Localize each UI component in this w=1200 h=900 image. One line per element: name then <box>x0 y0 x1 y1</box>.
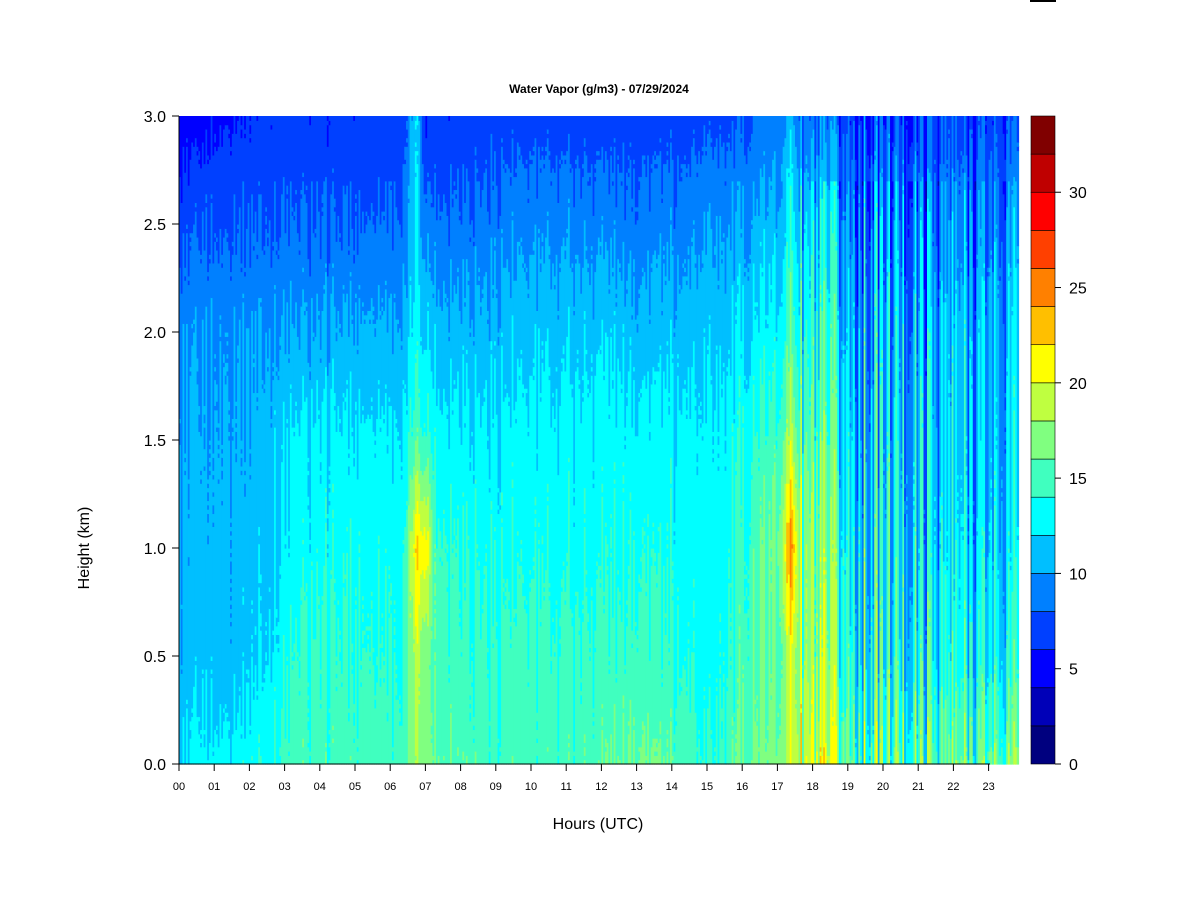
heatmap <box>179 116 1020 765</box>
water-vapor-chart: Water Vapor (g/m3) - 07/29/2024 0.00.51.… <box>76 0 1087 833</box>
corner-mark <box>1030 0 1056 2</box>
chart-title: Water Vapor (g/m3) - 07/29/2024 <box>509 82 689 96</box>
